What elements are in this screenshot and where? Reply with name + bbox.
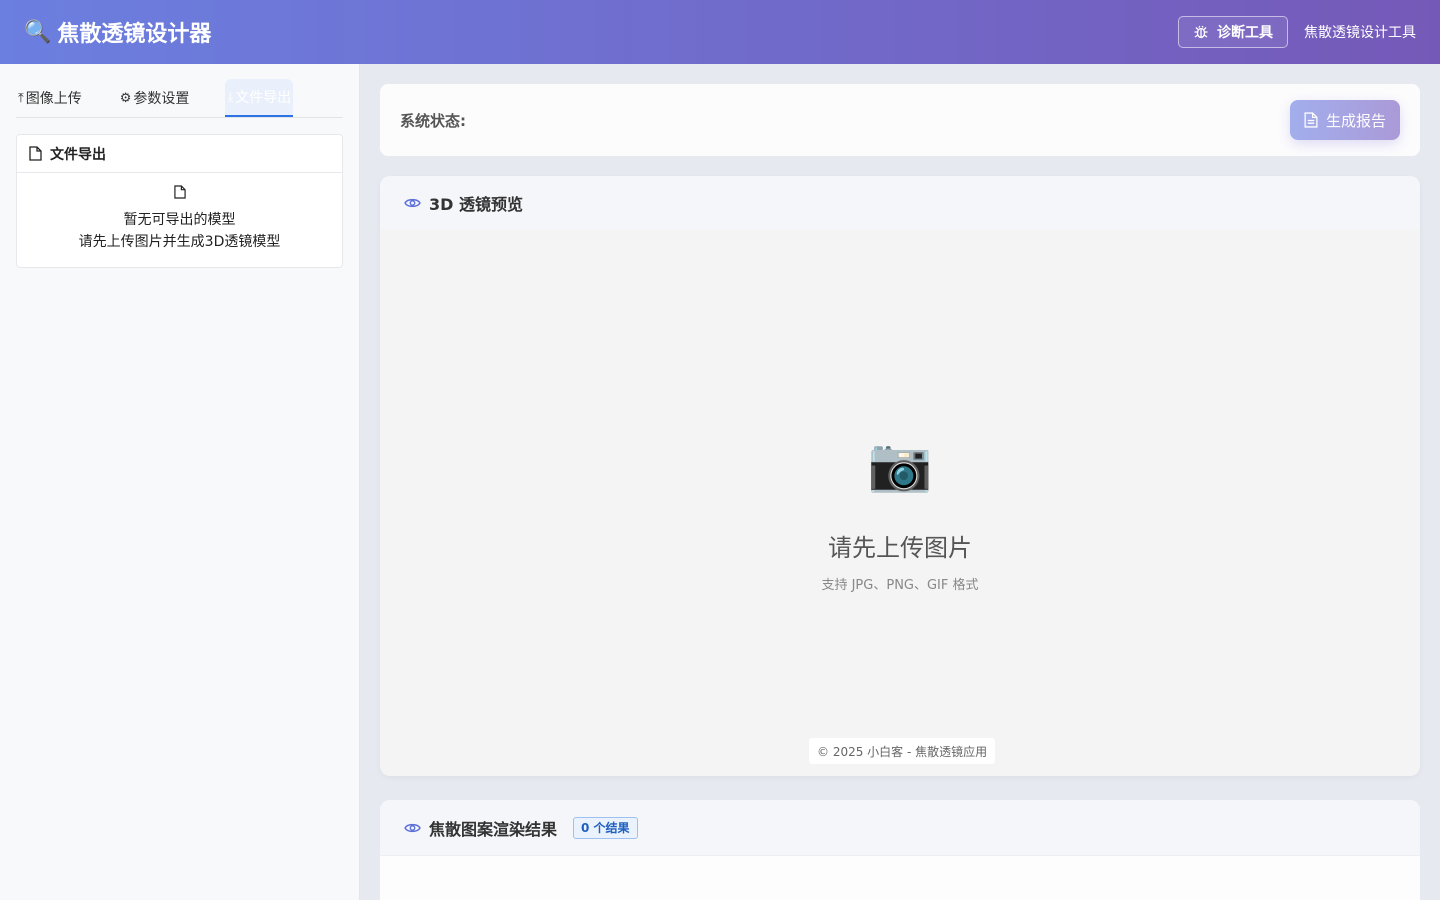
main-content: 系统状态: 生成报告 3D 透镜预览 📷 请先上传图片 支持 JPG、PNG、G…: [360, 64, 1440, 900]
upload-prompt-title: 请先上传图片: [828, 534, 972, 562]
header-subtitle: 焦散透镜设计工具: [1304, 25, 1416, 41]
system-status-label: 系统状态:: [400, 111, 466, 130]
caustic-results-header: 焦散图案渲染结果 0 个结果: [380, 800, 1420, 856]
tab-file-export[interactable]: ⤓ 文件导出: [225, 79, 294, 117]
magnifier-logo-icon: 🔍: [24, 19, 52, 45]
tab-label: 图像上传: [25, 91, 82, 107]
app-header: 🔍 焦散透镜设计器 诊断工具 焦散透镜设计工具: [0, 0, 1440, 64]
result-count-badge: 0 个结果: [573, 816, 638, 839]
file-export-card-title: 文件导出: [50, 146, 106, 163]
app-title: 🔍 焦散透镜设计器: [24, 16, 211, 48]
download-icon: ⤓: [227, 89, 234, 105]
tab-label: 参数设置: [133, 91, 190, 107]
supported-formats-text: 支持 JPG、PNG、GIF 格式: [821, 578, 979, 593]
eye-icon: [404, 823, 421, 832]
empty-message: 暂无可导出的模型: [123, 212, 236, 228]
upload-icon: ⤒: [18, 90, 24, 106]
file-export-card: 文件导出 暂无可导出的模型 请先上传图片并生成3D透镜模型: [16, 134, 343, 268]
generate-report-button[interactable]: 生成报告: [1289, 100, 1400, 140]
header-actions: 诊断工具 焦散透镜设计工具: [1178, 16, 1416, 48]
eye-icon: [404, 198, 421, 208]
app-title-text: 焦散透镜设计器: [57, 22, 212, 47]
gear-icon: ⚙: [119, 90, 132, 106]
sidebar: ⤒ 图像上传 ⚙ 参数设置 ⤓ 文件导出 文件导出 暂无可导出的模型 请先上传图…: [0, 64, 360, 900]
file-icon: [29, 146, 42, 161]
lens-preview-panel: 3D 透镜预览 📷 请先上传图片 支持 JPG、PNG、GIF 格式 © 202…: [380, 176, 1420, 776]
copyright-text: © 2025 小白客 - 焦散透镜应用: [809, 738, 996, 764]
preview-empty-state: 📷 请先上传图片 支持 JPG、PNG、GIF 格式 © 2025 小白客 - …: [380, 230, 1420, 776]
sidebar-tabs: ⤒ 图像上传 ⚙ 参数设置 ⤓ 文件导出: [16, 79, 343, 118]
document-icon: [1304, 112, 1318, 128]
generate-report-label: 生成报告: [1325, 111, 1386, 130]
file-export-empty-state: 暂无可导出的模型 请先上传图片并生成3D透镜模型: [17, 173, 342, 267]
caustic-results-panel: 焦散图案渲染结果 0 个结果: [380, 800, 1420, 900]
file-export-card-header: 文件导出: [17, 135, 342, 173]
bug-icon: [1194, 25, 1208, 39]
caustic-results-title: 焦散图案渲染结果: [429, 819, 558, 839]
camera-icon: 📷: [867, 435, 933, 495]
diagnostic-tool-label: 诊断工具: [1217, 25, 1273, 41]
tab-label: 文件导出: [235, 90, 292, 106]
lens-preview-header: 3D 透镜预览: [380, 176, 1420, 230]
tab-parameter-settings[interactable]: ⚙ 参数设置: [118, 79, 192, 117]
system-status-bar: 系统状态: 生成报告: [380, 84, 1420, 156]
diagnostic-tool-button[interactable]: 诊断工具: [1178, 16, 1288, 48]
lens-preview-title: 3D 透镜预览: [429, 195, 523, 214]
tab-image-upload[interactable]: ⤒ 图像上传: [16, 79, 84, 117]
empty-hint: 请先上传图片并生成3D透镜模型: [78, 234, 281, 250]
file-icon: [173, 185, 186, 199]
